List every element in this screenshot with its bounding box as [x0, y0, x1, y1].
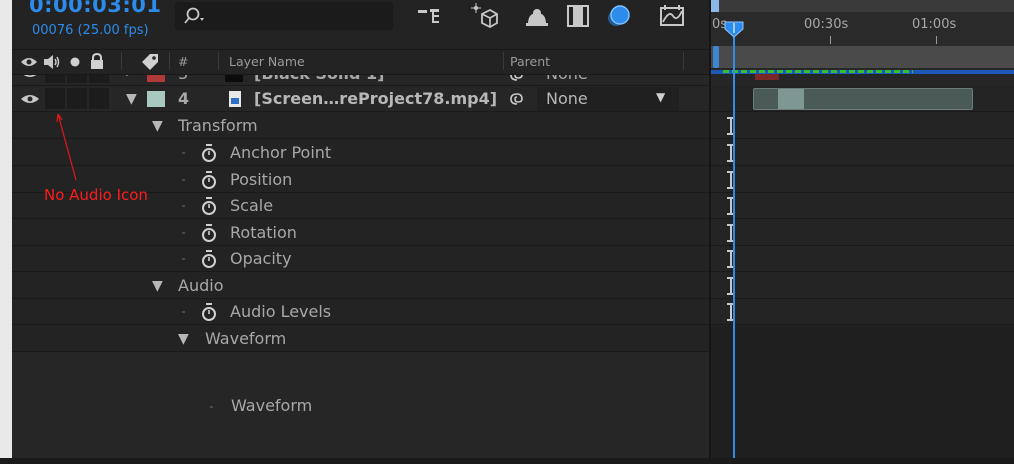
search-icon	[184, 7, 204, 24]
lock-header-icon	[91, 53, 103, 69]
label-color-swatch[interactable]	[147, 91, 165, 107]
twirl-down-icon[interactable]: ▼	[178, 331, 189, 347]
frame-blending-icon[interactable]	[563, 3, 593, 29]
motion-blur-icon[interactable]	[603, 3, 633, 29]
property-row-anchor-point[interactable]: Anchor Point	[12, 140, 709, 166]
stopwatch-icon[interactable]	[201, 224, 217, 242]
twirl-down-icon[interactable]: ▼	[152, 278, 163, 294]
waveform-track	[711, 326, 1014, 464]
layer-3-track[interactable]	[711, 68, 1014, 86]
timeline-toolbar: 0:00:03:01 00076 (25.00 fps)	[12, 0, 709, 46]
opacity-track[interactable]	[711, 246, 1014, 272]
lock-switch-cell[interactable]	[89, 88, 109, 109]
timeline-panel: 0s 00:30s 01:00s	[709, 0, 1014, 464]
stopwatch-icon[interactable]	[201, 171, 217, 189]
draft-3d-icon[interactable]	[469, 3, 499, 29]
rotation-track[interactable]	[711, 220, 1014, 246]
work-area-start-handle[interactable]	[713, 46, 719, 68]
video-eye-icon[interactable]	[20, 93, 40, 105]
twirl-down-icon[interactable]: ▼	[126, 91, 137, 107]
waveform-label: Waveform	[231, 396, 313, 415]
annotation-text: No Audio Icon	[44, 186, 148, 204]
time-ruler[interactable]: 0s 00:30s 01:00s	[711, 0, 1014, 46]
waveform-group-label: Waveform	[205, 329, 287, 348]
keyframe-ibeam-icon[interactable]	[725, 116, 737, 136]
layer-name[interactable]: [Screen…reProject78.mp4]	[254, 89, 497, 108]
layer-column-header-labels: # Layer Name Parent	[12, 49, 709, 75]
column-header-layer-name[interactable]: Layer Name	[229, 54, 305, 69]
playhead-line[interactable]	[733, 34, 735, 464]
layer-panel: 0:00:03:01 00076 (25.00 fps) # Layer Nam…	[12, 0, 709, 464]
keyframe-ibeam-icon[interactable]	[725, 249, 737, 269]
stopwatch-icon[interactable]	[201, 250, 217, 268]
composition-flowchart-icon[interactable]	[415, 3, 445, 29]
stopwatch-icon[interactable]	[201, 197, 217, 215]
audio-label: Audio	[178, 276, 224, 295]
rotation-label: Rotation	[230, 223, 297, 242]
solo-dot-header-icon	[70, 57, 80, 67]
keyframe-ibeam-icon[interactable]	[725, 302, 737, 322]
audio-track[interactable]	[711, 273, 1014, 299]
navigator-handle[interactable]	[711, 0, 719, 12]
hide-shy-layers-icon[interactable]	[522, 3, 552, 29]
opacity-label: Opacity	[230, 249, 292, 268]
parent-dropdown[interactable]: None ▼	[537, 87, 679, 111]
column-header-parent[interactable]: Parent	[510, 54, 550, 69]
panel-bottom-edge	[0, 458, 1014, 464]
audio-levels-label: Audio Levels	[230, 302, 332, 321]
video-eye-header-icon	[21, 58, 37, 66]
layer-number: 4	[178, 89, 190, 108]
anchor-point-track[interactable]	[711, 140, 1014, 166]
ruler-label-60s: 01:00s	[912, 17, 957, 32]
scale-track[interactable]	[711, 193, 1014, 219]
current-timecode[interactable]: 0:00:03:01	[29, 0, 161, 17]
keyframe-ibeam-icon[interactable]	[725, 223, 737, 243]
time-navigator-bar[interactable]	[711, 0, 1014, 12]
label-tag-header-icon	[142, 54, 158, 70]
property-group-transform[interactable]: ▼ Transform	[12, 113, 709, 139]
position-track[interactable]	[711, 167, 1014, 193]
keyframe-ibeam-icon[interactable]	[725, 143, 737, 163]
position-label: Position	[230, 170, 293, 189]
twirl-down-icon[interactable]: ▼	[152, 118, 163, 134]
property-group-audio[interactable]: ▼ Audio	[12, 273, 709, 299]
ruler-label-30s: 00:30s	[804, 17, 849, 32]
solo-switch-cell[interactable]	[67, 88, 87, 109]
graph-editor-icon[interactable]	[657, 3, 687, 29]
footage-file-icon	[229, 91, 241, 107]
audio-levels-track[interactable]	[711, 299, 1014, 325]
property-row-rotation[interactable]: Rotation	[12, 220, 709, 246]
frame-rate-readout: 00076 (25.00 fps)	[32, 23, 149, 38]
keyframe-ibeam-icon[interactable]	[725, 276, 737, 296]
dropdown-arrow-icon: ▼	[656, 90, 666, 104]
work-area-bar[interactable]	[711, 46, 1014, 68]
anchor-point-label: Anchor Point	[230, 143, 332, 162]
audio-speaker-header-icon	[44, 55, 60, 69]
property-row-audio-levels[interactable]: Audio Levels	[12, 299, 709, 325]
stopwatch-icon[interactable]	[201, 303, 217, 321]
window-edge	[0, 0, 12, 464]
keyframe-ibeam-icon[interactable]	[725, 196, 737, 216]
scale-label: Scale	[230, 196, 274, 215]
property-group-waveform[interactable]: ▼ Waveform	[12, 326, 709, 352]
layer-4-track[interactable]	[711, 86, 1014, 112]
audio-switch-cell-empty[interactable]	[45, 88, 65, 109]
layer-search-input[interactable]	[175, 2, 393, 30]
parent-value: None	[546, 89, 588, 108]
playhead-handle-icon[interactable]	[723, 20, 745, 38]
keyframe-ibeam-icon[interactable]	[725, 170, 737, 190]
layer-row-4[interactable]: ▼ 4 [Screen…reProject78.mp4] None ▼	[12, 86, 709, 112]
property-row-waveform[interactable]: Waveform	[12, 352, 709, 464]
transform-label: Transform	[178, 116, 258, 135]
annotation-arrow	[56, 113, 77, 181]
column-header-number: #	[178, 54, 189, 69]
property-row-opacity[interactable]: Opacity	[12, 246, 709, 272]
layer-4-duration-bar[interactable]	[753, 88, 973, 110]
pick-whip-icon[interactable]	[510, 92, 524, 106]
stopwatch-icon[interactable]	[201, 144, 217, 162]
